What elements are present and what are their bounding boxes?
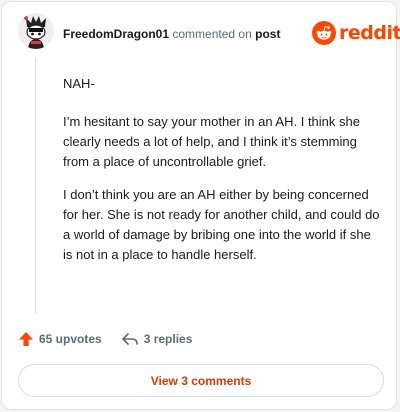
comment-paragraph: I’m hesitant to say your mother in an AH… — [63, 114, 360, 169]
comment-actions: 65 upvotes 3 replies — [18, 331, 192, 347]
post-link[interactable]: post — [255, 27, 280, 41]
username-link[interactable]: FreedomDragon01 — [63, 27, 169, 41]
replies-button[interactable]: 3 replies — [121, 331, 193, 347]
upvotes-count: 65 upvotes — [39, 332, 102, 346]
replies-count: 3 replies — [143, 332, 193, 346]
comment-body: NAH- I’m hesitant to say your mother in … — [63, 74, 381, 278]
reply-arrow-icon — [121, 333, 138, 345]
reddit-logo[interactable]: reddit — [312, 21, 400, 45]
snoo-avatar-icon — [18, 13, 54, 49]
upvotes-button[interactable]: 65 upvotes — [18, 331, 102, 347]
comment-card: FreedomDragon01 commented on post reddit… — [1, 1, 400, 410]
reddit-wordmark: reddit — [339, 22, 400, 44]
action-text: commented on — [172, 27, 252, 41]
comment-paragraph: NAH- — [63, 76, 95, 91]
comment-paragraph: I don’t think you are an AH either by be… — [63, 187, 380, 262]
thread-line — [35, 58, 36, 314]
arrow-up-icon — [19, 332, 33, 346]
comment-meta: FreedomDragon01 commented on post — [63, 27, 280, 41]
reddit-snoo-icon — [312, 21, 336, 45]
view-comments-button[interactable]: View 3 comments — [18, 364, 384, 397]
avatar[interactable] — [18, 13, 54, 49]
